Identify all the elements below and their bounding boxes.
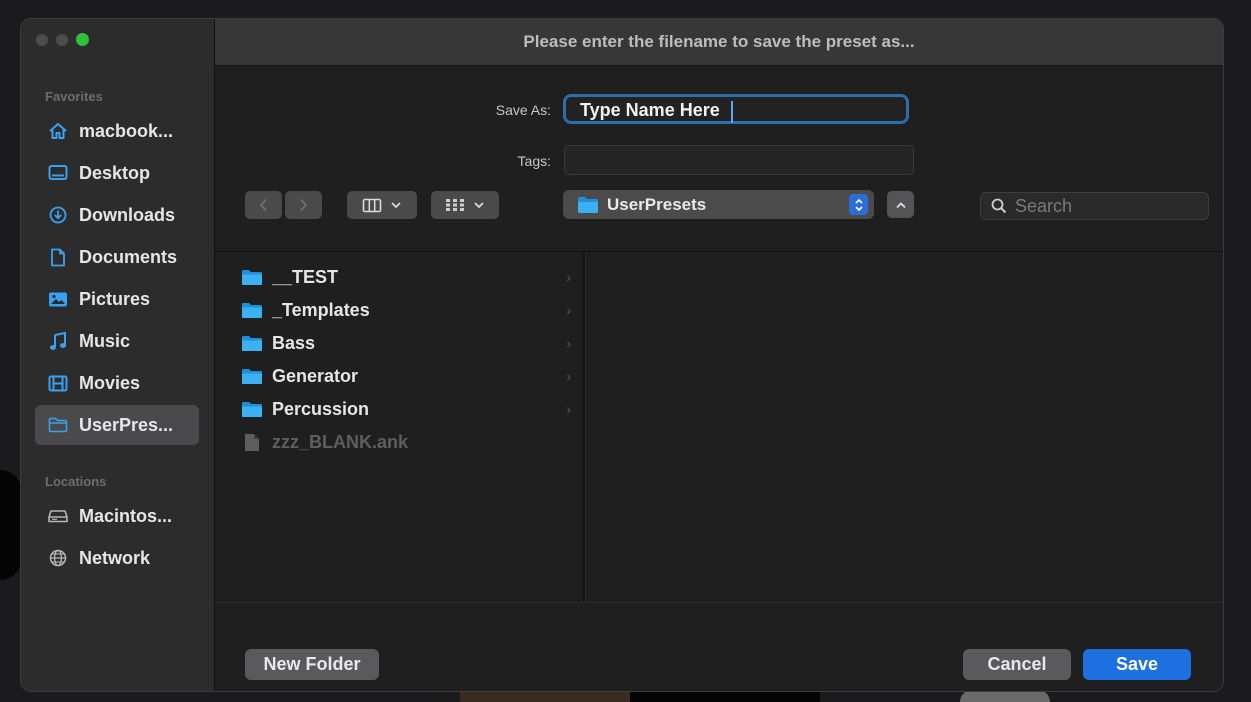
file-name: zzz_BLANK.ank [272, 431, 409, 452]
list-item[interactable]: Bass › [241, 328, 571, 358]
globe-icon [47, 547, 69, 569]
list-item[interactable]: _Templates › [241, 295, 571, 325]
folder-icon [241, 367, 263, 385]
folder-icon [241, 400, 263, 418]
list-item[interactable]: __TEST › [241, 262, 571, 292]
search-icon [991, 198, 1007, 214]
background-shape [0, 470, 22, 580]
chevron-down-icon [474, 202, 484, 209]
nav-back-forward [245, 191, 323, 219]
save-as-label: Save As: [495, 102, 551, 118]
file-name: Bass [272, 332, 316, 353]
document-icon [241, 433, 263, 451]
save-button[interactable]: Save [1083, 649, 1191, 680]
list-item[interactable]: Generator › [241, 361, 571, 391]
sidebar-item-label: Network [79, 547, 151, 568]
sidebar-item-label: Downloads [79, 204, 176, 225]
tags-label: Tags: [517, 153, 551, 169]
filename-input[interactable] [563, 94, 909, 124]
sidebar-item-desktop[interactable]: Desktop [35, 153, 199, 193]
download-icon [47, 204, 69, 226]
columns-view-icon [362, 198, 382, 212]
window-title: Please enter the filename to save the pr… [215, 19, 1223, 66]
sidebar-item-label: Desktop [79, 162, 151, 183]
sidebar-item-label: Pictures [79, 288, 151, 309]
sidebar-item-label: Movies [79, 372, 141, 393]
chevron-right-icon: › [566, 269, 571, 285]
sidebar-item-documents[interactable]: Documents [35, 237, 199, 277]
desktop-icon [47, 162, 69, 184]
list-item[interactable]: Percussion › [241, 394, 571, 424]
document-icon [47, 246, 69, 268]
home-icon [47, 120, 69, 142]
folder-icon [577, 196, 599, 214]
sidebar-item-movies[interactable]: Movies [35, 363, 199, 403]
sidebar-item-label: Documents [79, 246, 178, 267]
movies-icon [47, 372, 69, 394]
folder-icon [241, 268, 263, 286]
chevron-right-icon: › [566, 368, 571, 384]
close-window-button[interactable] [36, 34, 48, 46]
location-popup-label: UserPresets [607, 194, 707, 214]
zoom-window-button[interactable] [76, 33, 89, 46]
sidebar-item-macintosh-hd[interactable]: Macintos... [35, 496, 199, 536]
folder-icon [241, 301, 263, 319]
sidebar-section-locations: Locations [45, 474, 107, 489]
chevron-up-icon [895, 201, 906, 208]
up-down-stepper-icon [849, 194, 868, 215]
minimize-window-button[interactable] [56, 34, 68, 46]
tags-field[interactable] [564, 145, 914, 175]
file-browser: __TEST › _Templates › Bass › Generator › [215, 251, 1223, 603]
text-caret [731, 101, 733, 123]
back-button[interactable] [245, 191, 282, 219]
view-mode-button[interactable] [347, 191, 417, 219]
folder-icon [47, 414, 69, 436]
chevron-right-icon: › [566, 335, 571, 351]
chevron-right-icon: › [566, 302, 571, 318]
parent-folder-button[interactable] [887, 191, 914, 218]
file-name: Percussion [272, 398, 370, 419]
list-item: zzz_BLANK.ank [241, 427, 571, 457]
main-panel: Save As: Tags: Us [215, 66, 1223, 691]
forward-button[interactable] [285, 191, 322, 219]
file-name: Generator [272, 365, 359, 386]
chevron-right-icon: › [566, 401, 571, 417]
chevron-down-icon [391, 202, 401, 209]
chevron-left-icon [259, 198, 267, 212]
chevron-right-icon [300, 198, 308, 212]
sidebar-item-pictures[interactable]: Pictures [35, 279, 199, 319]
sidebar-item-label: macbook... [79, 120, 174, 141]
sidebar-item-label: Music [79, 330, 131, 351]
column-divider [585, 252, 586, 602]
folder-icon [241, 334, 263, 352]
music-icon [47, 330, 69, 352]
sidebar-item-label: Macintos... [79, 505, 173, 526]
sidebar-item-home[interactable]: macbook... [35, 111, 199, 151]
location-popup[interactable]: UserPresets [563, 190, 874, 219]
new-folder-button[interactable]: New Folder [245, 649, 379, 680]
pictures-icon [47, 288, 69, 310]
sidebar-item-network[interactable]: Network [35, 538, 199, 578]
save-dialog: Favorites macbook... Desktop Downloads D… [20, 18, 1224, 692]
file-name: __TEST [272, 266, 339, 287]
search-field[interactable]: Search [980, 192, 1209, 220]
disk-icon [47, 505, 69, 527]
sidebar-item-label: UserPres... [79, 414, 174, 435]
file-name: _Templates [272, 299, 370, 320]
search-placeholder: Search [1015, 195, 1073, 216]
group-button[interactable] [431, 191, 499, 219]
cancel-button[interactable]: Cancel [963, 649, 1071, 680]
grid-icon [446, 199, 464, 211]
sidebar-item-music[interactable]: Music [35, 321, 199, 361]
sidebar: Favorites macbook... Desktop Downloads D… [21, 19, 215, 691]
sidebar-item-userpresets[interactable]: UserPres... [35, 405, 199, 445]
file-column: __TEST › _Templates › Bass › Generator › [215, 252, 585, 602]
sidebar-item-downloads[interactable]: Downloads [35, 195, 199, 235]
sidebar-section-favorites: Favorites [45, 89, 103, 104]
